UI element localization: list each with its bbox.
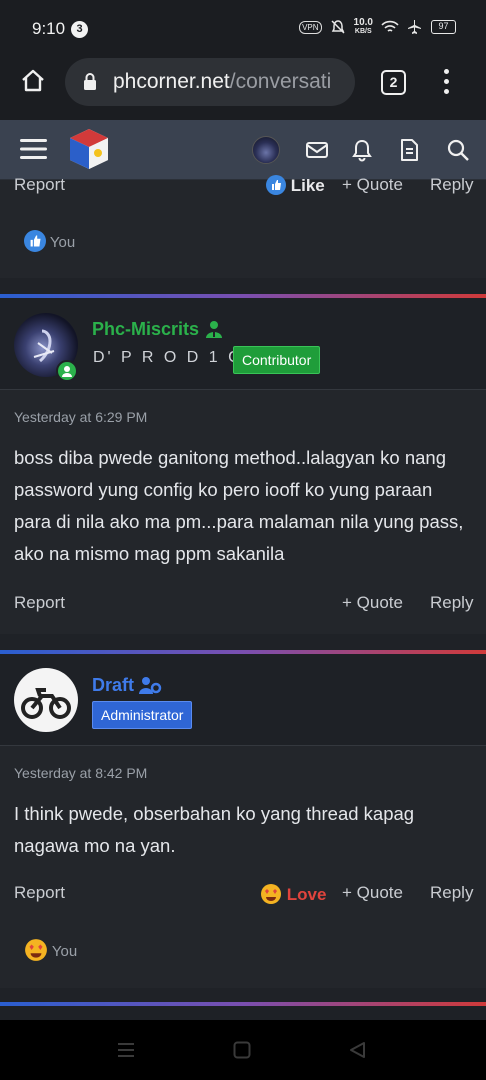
user-avatar[interactable] (252, 136, 280, 164)
love-icon (25, 939, 47, 961)
browser-toolbar: phcorner.net/conversati 2 (0, 58, 486, 120)
quote-button[interactable]: + Quote (342, 593, 403, 613)
quote-button[interactable]: + Quote (342, 883, 403, 903)
hamburger-menu-icon[interactable] (20, 137, 47, 161)
notification-count-badge: 3 (71, 21, 88, 38)
member-icon (206, 321, 222, 338)
status-bar: 9:10 3 VPN 10.0 KB/S 97 (0, 0, 486, 58)
post-date[interactable]: Yesterday at 6:29 PM (14, 409, 147, 425)
home-nav-icon[interactable] (233, 1041, 251, 1059)
tab-switcher-button[interactable]: 2 (381, 70, 406, 95)
site-header (0, 120, 486, 180)
inbox-icon[interactable] (304, 137, 330, 163)
back-nav-icon[interactable] (348, 1041, 366, 1059)
report-link[interactable]: Report (14, 593, 65, 613)
reaction-summary[interactable]: You (24, 230, 75, 252)
system-navigation-bar (0, 1020, 486, 1080)
vpn-icon: VPN (299, 20, 322, 34)
post-message: I think pwede, obserbahan ko yang thread… (14, 803, 415, 856)
bell-icon[interactable] (349, 137, 375, 163)
love-button[interactable]: Love (260, 883, 326, 905)
home-icon[interactable] (20, 68, 46, 94)
report-link[interactable]: Report (14, 175, 65, 195)
post-date[interactable]: Yesterday at 8:42 PM (14, 765, 147, 781)
like-button[interactable]: Like (266, 175, 325, 196)
search-icon[interactable] (445, 137, 471, 163)
post: Draft Administrator Yesterday at 8:42 PM… (0, 654, 486, 988)
like-icon (24, 230, 46, 252)
lock-icon (84, 73, 96, 90)
administrator-banner: Administrator (92, 701, 193, 729)
site-logo[interactable] (66, 126, 112, 172)
previous-post: Report Like + Quote Reply You (0, 175, 486, 278)
airplane-icon (408, 20, 421, 34)
whats-new-icon[interactable] (396, 137, 422, 163)
reply-button[interactable]: Reply (430, 175, 473, 195)
like-icon (266, 175, 286, 195)
love-icon (261, 884, 281, 904)
status-time: 9:10 (32, 19, 66, 38)
online-status-badge (56, 360, 78, 382)
report-link[interactable]: Report (14, 883, 65, 903)
status-icons: VPN 10.0 KB/S 97 (299, 18, 456, 36)
address-bar[interactable]: phcorner.net/conversati (65, 58, 355, 106)
net-speed: 10.0 KB/S (353, 17, 373, 36)
post: Phc-Miscrits D' P R O D 1 G Y Contributo… (0, 298, 486, 634)
username[interactable]: Draft (92, 675, 134, 696)
post-user-header: Phc-Miscrits D' P R O D 1 G Y Contributo… (0, 298, 486, 390)
battery-icon: 97 (431, 20, 456, 34)
username[interactable]: Phc-Miscrits (92, 319, 199, 340)
browser-menu-icon[interactable] (444, 69, 450, 95)
reply-button[interactable]: Reply (430, 593, 473, 613)
admin-icon (139, 677, 162, 694)
mute-bell-icon (331, 20, 345, 34)
next-post (0, 1006, 486, 1020)
contributor-banner: Contributor (233, 346, 321, 374)
quote-button[interactable]: + Quote (342, 175, 403, 195)
url-text: phcorner.net/conversati (113, 70, 332, 93)
reaction-summary[interactable]: You (24, 938, 77, 962)
wifi-icon (381, 20, 399, 32)
recent-apps-icon[interactable] (117, 1042, 135, 1058)
post-user-header: Draft Administrator (0, 654, 486, 746)
post-message: boss diba pwede ganitong method..lalagya… (14, 447, 464, 564)
reply-button[interactable]: Reply (430, 883, 473, 903)
avatar[interactable] (14, 668, 78, 732)
